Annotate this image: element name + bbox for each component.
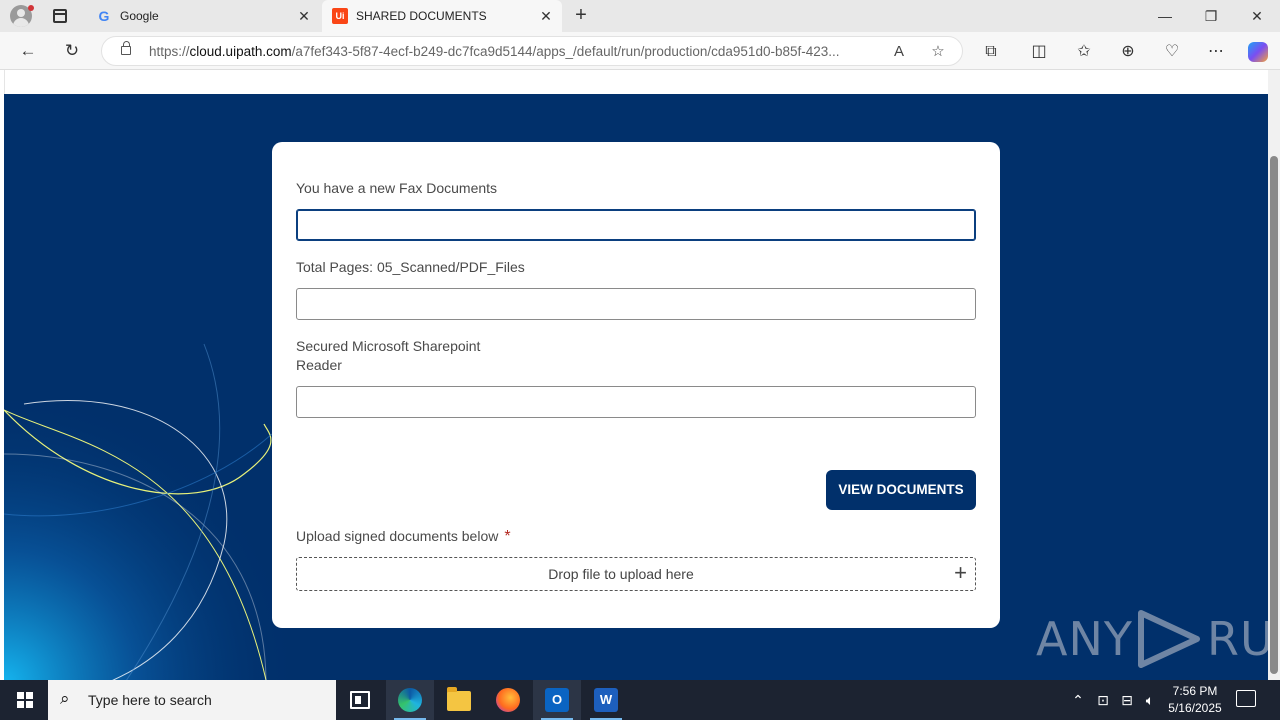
file-dropzone[interactable]: Drop file to upload here + bbox=[296, 557, 976, 591]
google-icon: G bbox=[98, 8, 110, 24]
search-icon: ⌕ bbox=[60, 689, 70, 708]
fax-documents-input[interactable] bbox=[296, 209, 976, 241]
profile-notification-dot bbox=[28, 5, 34, 11]
show-hidden-icons-chevron-icon[interactable]: ⌃ bbox=[1068, 680, 1088, 720]
uipath-icon: Ui bbox=[332, 8, 348, 24]
browser-toolbar: ← ↻ https://cloud.uipath.com/a7fef343-5f… bbox=[0, 32, 1280, 70]
edge-icon bbox=[398, 688, 422, 712]
extensions-icon[interactable]: ⧉ bbox=[979, 40, 1003, 64]
page-header-strip bbox=[4, 70, 1268, 94]
taskbar-clock[interactable]: 7:56 PM 5/16/2025 bbox=[1160, 683, 1230, 717]
url-text[interactable]: https://cloud.uipath.com/a7fef343-5f87-4… bbox=[149, 44, 884, 59]
sharepoint-reader-label-line2: Reader bbox=[296, 357, 342, 373]
tab-title: Google bbox=[120, 9, 159, 23]
taskbar-word[interactable]: W bbox=[582, 680, 630, 720]
device-icon[interactable]: ⊡ bbox=[1093, 680, 1113, 720]
tab-title: SHARED DOCUMENTS bbox=[356, 9, 487, 23]
view-documents-button[interactable]: VIEW DOCUMENTS bbox=[826, 470, 976, 510]
folder-icon bbox=[447, 687, 471, 711]
watermark-right-text: RUN bbox=[1206, 612, 1268, 666]
form-card: You have a new Fax Documents Total Pages… bbox=[272, 142, 1000, 628]
start-button[interactable] bbox=[0, 680, 48, 720]
taskbar-file-explorer[interactable] bbox=[435, 680, 483, 720]
page-viewport: You have a new Fax Documents Total Pages… bbox=[0, 70, 1280, 680]
more-options-icon[interactable]: ⋯ bbox=[1204, 40, 1228, 64]
scrollbar-thumb[interactable] bbox=[1270, 156, 1278, 674]
word-icon: W bbox=[594, 688, 618, 712]
tab-google[interactable]: G Google ✕ bbox=[86, 0, 320, 32]
notifications-icon[interactable] bbox=[1236, 690, 1256, 707]
sharepoint-reader-input[interactable] bbox=[296, 386, 976, 418]
page-scrollbar[interactable] bbox=[1268, 70, 1280, 680]
close-tab-icon[interactable]: ✕ bbox=[538, 8, 554, 25]
taskbar-outlook[interactable]: O bbox=[533, 680, 581, 720]
browser-essentials-icon[interactable]: ♡ bbox=[1160, 40, 1184, 64]
anyrun-watermark: ANY RUN bbox=[1036, 604, 1268, 674]
upload-label-text: Upload signed documents below bbox=[296, 528, 499, 544]
fax-documents-label: You have a new Fax Documents bbox=[296, 180, 498, 196]
favorites-icon[interactable]: ✩ bbox=[1072, 40, 1096, 64]
page-background: You have a new Fax Documents Total Pages… bbox=[4, 94, 1268, 680]
browser-tab-bar: G Google ✕ Ui SHARED DOCUMENTS ✕ + — ❐ ✕ bbox=[0, 0, 1280, 32]
add-file-plus-icon[interactable]: + bbox=[954, 561, 967, 585]
favorite-star-icon[interactable]: ☆ bbox=[927, 41, 949, 63]
sharepoint-reader-label-line1: Secured Microsoft Sharepoint bbox=[296, 338, 481, 354]
task-view-icon bbox=[350, 691, 370, 709]
upload-label: Upload signed documents below * bbox=[296, 527, 511, 546]
required-asterisk: * bbox=[504, 528, 511, 545]
clock-date: 5/16/2025 bbox=[1168, 701, 1222, 715]
read-aloud-icon[interactable]: A bbox=[888, 41, 910, 63]
outlook-icon: O bbox=[545, 688, 569, 712]
windows-logo-icon bbox=[17, 692, 33, 708]
sharepoint-reader-label: Secured Microsoft Sharepoint Reader bbox=[296, 337, 480, 375]
watermark-left-text: ANY bbox=[1036, 612, 1133, 666]
address-bar[interactable]: https://cloud.uipath.com/a7fef343-5f87-4… bbox=[101, 36, 963, 66]
clock-time: 7:56 PM bbox=[1172, 684, 1218, 698]
taskbar-edge[interactable] bbox=[386, 680, 434, 720]
total-pages-input[interactable] bbox=[296, 288, 976, 320]
restore-icon[interactable]: ❐ bbox=[1188, 0, 1234, 32]
tab-shared-documents[interactable]: Ui SHARED DOCUMENTS ✕ bbox=[322, 0, 562, 32]
volume-icon[interactable]: 🔈︎ bbox=[1140, 680, 1160, 720]
task-view-button[interactable] bbox=[336, 680, 384, 720]
minimize-icon[interactable]: — bbox=[1142, 0, 1188, 32]
collections-icon[interactable]: ⊕ bbox=[1116, 40, 1140, 64]
dropzone-text: Drop file to upload here bbox=[548, 566, 694, 582]
taskbar-search-box[interactable]: ⌕ Type here to search bbox=[48, 680, 336, 720]
total-pages-label: Total Pages: 05_Scanned/PDF_Files bbox=[296, 259, 525, 275]
network-icon[interactable]: ⊟ bbox=[1116, 680, 1138, 720]
lock-icon[interactable] bbox=[121, 41, 131, 55]
split-screen-icon[interactable]: ◫ bbox=[1027, 40, 1051, 64]
close-window-icon[interactable]: ✕ bbox=[1234, 0, 1280, 32]
copilot-icon[interactable] bbox=[1248, 42, 1268, 62]
close-tab-icon[interactable]: ✕ bbox=[296, 8, 312, 25]
taskbar-search-placeholder: Type here to search bbox=[88, 692, 212, 708]
watermark-play-icon bbox=[1137, 610, 1200, 668]
new-tab-icon[interactable]: + bbox=[570, 4, 592, 26]
back-icon[interactable]: ← bbox=[16, 39, 40, 63]
refresh-icon[interactable]: ↻ bbox=[60, 39, 84, 63]
windows-taskbar: ⌕ Type here to search O W ⌃ ⊡ ⊟ 🔈︎ 7:56 … bbox=[0, 680, 1280, 720]
firefox-icon bbox=[496, 688, 520, 712]
taskbar-firefox[interactable] bbox=[484, 680, 532, 720]
tab-actions-icon[interactable] bbox=[53, 9, 67, 23]
